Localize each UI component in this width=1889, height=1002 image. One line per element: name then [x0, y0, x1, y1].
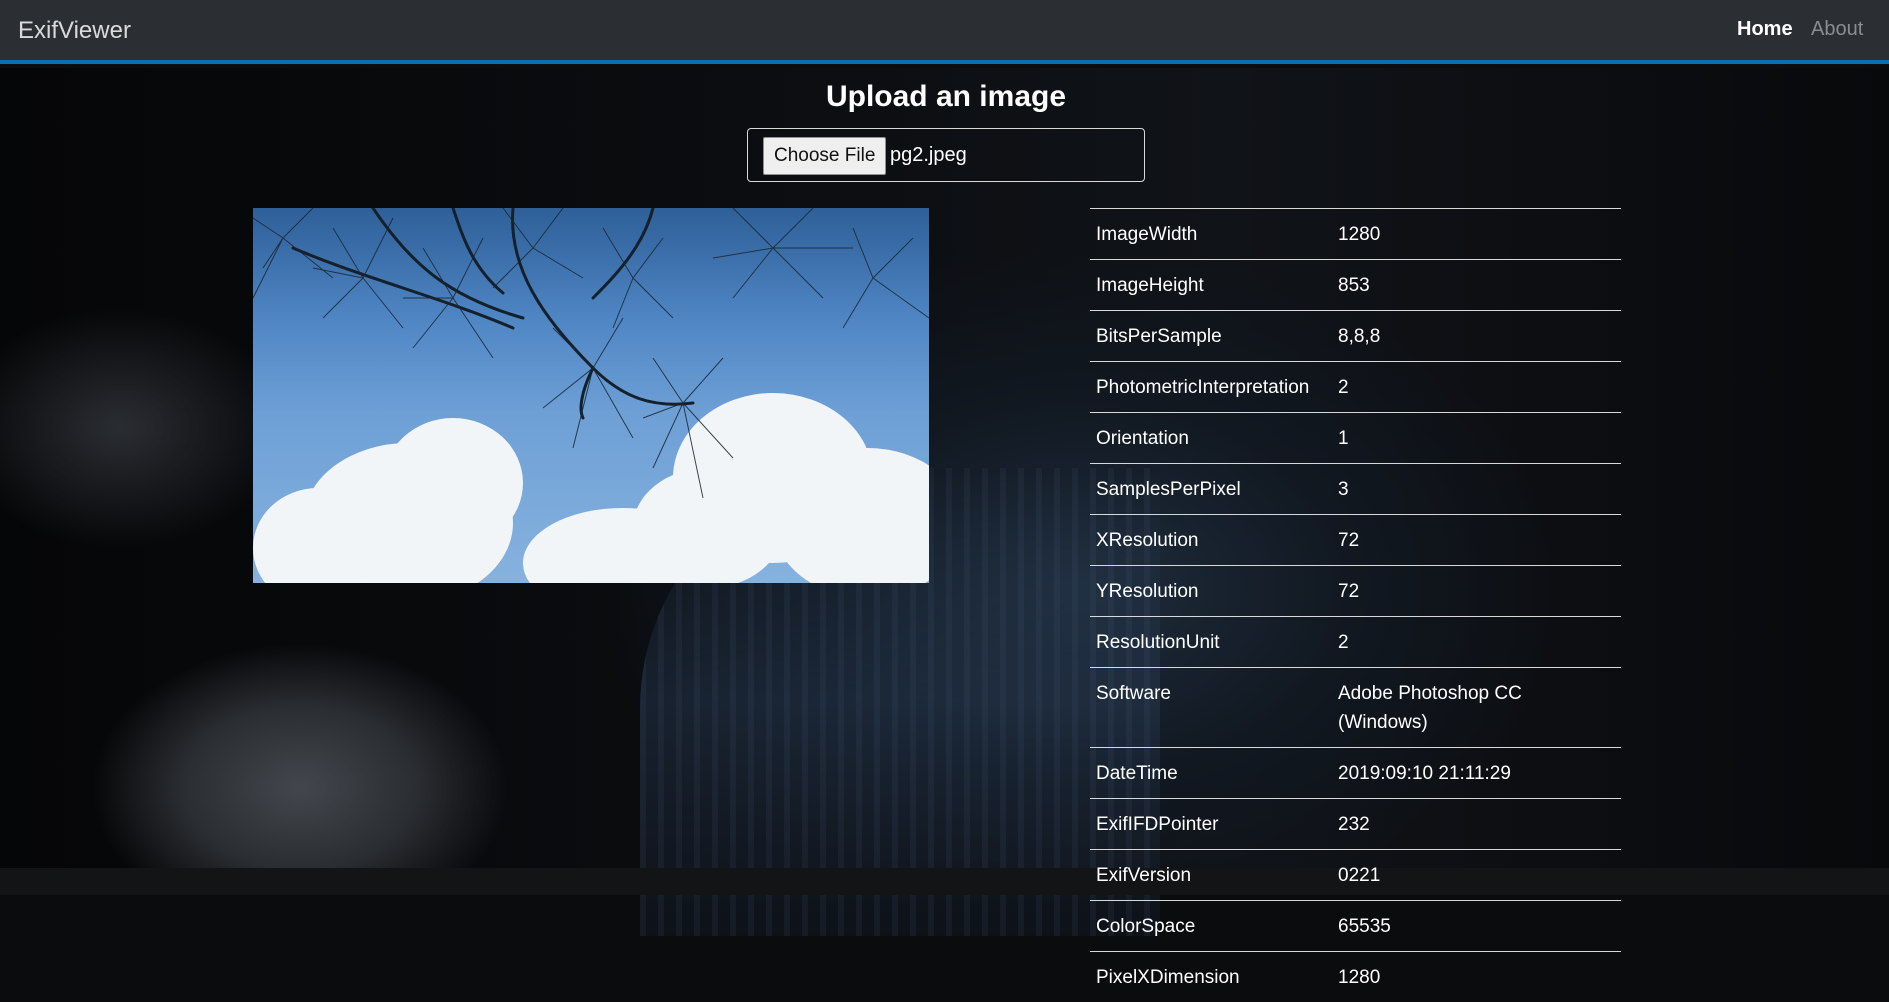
table-row: ImageHeight853 — [1090, 260, 1621, 311]
exif-data-table: ImageWidth1280ImageHeight853BitsPerSampl… — [1090, 208, 1621, 1002]
exif-value: 72 — [1332, 566, 1621, 617]
table-row: Orientation1 — [1090, 413, 1621, 464]
table-row: ImageWidth1280 — [1090, 209, 1621, 260]
nav-about-link[interactable]: About — [1811, 18, 1863, 41]
uploaded-image-preview — [253, 208, 929, 583]
exif-value: 853 — [1332, 260, 1621, 311]
exif-value: 2019:09:10 21:11:29 — [1332, 748, 1621, 799]
exif-key: ColorSpace — [1090, 901, 1332, 952]
table-row: DateTime2019:09:10 21:11:29 — [1090, 748, 1621, 799]
exif-value: 1280 — [1332, 952, 1621, 1002]
exif-key: ExifVersion — [1090, 850, 1332, 901]
exif-key: YResolution — [1090, 566, 1332, 617]
table-row: SamplesPerPixel3 — [1090, 464, 1621, 515]
nav-home-link[interactable]: Home — [1737, 18, 1793, 41]
exif-key: ImageHeight — [1090, 260, 1332, 311]
file-upload-box: Choose File pg2.jpeg — [747, 128, 1145, 182]
exif-value: 2 — [1332, 362, 1621, 413]
exif-value: 1 — [1332, 413, 1621, 464]
exif-key: ImageWidth — [1090, 209, 1332, 260]
exif-value: 8,8,8 — [1332, 311, 1621, 362]
table-row: YResolution72 — [1090, 566, 1621, 617]
table-row: XResolution72 — [1090, 515, 1621, 566]
exif-key: PixelXDimension — [1090, 952, 1332, 1002]
exif-value: 0221 — [1332, 850, 1621, 901]
table-row: ExifIFDPointer232 — [1090, 799, 1621, 850]
page-title: Upload an image — [0, 80, 1889, 114]
exif-value: 2 — [1332, 617, 1621, 668]
table-row: ExifVersion0221 — [1090, 850, 1621, 901]
exif-key: ResolutionUnit — [1090, 617, 1332, 668]
table-row: ResolutionUnit2 — [1090, 617, 1621, 668]
table-row: PhotometricInterpretation2 — [1090, 362, 1621, 413]
exif-key: Software — [1090, 668, 1332, 748]
table-row: ColorSpace65535 — [1090, 901, 1621, 952]
exif-value: 1280 — [1332, 209, 1621, 260]
pine-branches — [253, 208, 929, 583]
exif-key: XResolution — [1090, 515, 1332, 566]
selected-file-name: pg2.jpeg — [890, 144, 967, 167]
choose-file-button[interactable]: Choose File — [763, 137, 886, 175]
exif-value: 232 — [1332, 799, 1621, 850]
exif-value: Adobe Photoshop CC (Windows) — [1332, 668, 1621, 748]
table-row: PixelXDimension1280 — [1090, 952, 1621, 1002]
table-row: SoftwareAdobe Photoshop CC (Windows) — [1090, 668, 1621, 748]
exif-value: 65535 — [1332, 901, 1621, 952]
table-row: BitsPerSample8,8,8 — [1090, 311, 1621, 362]
exif-value: 3 — [1332, 464, 1621, 515]
exif-key: ExifIFDPointer — [1090, 799, 1332, 850]
exif-key: PhotometricInterpretation — [1090, 362, 1332, 413]
exif-key: SamplesPerPixel — [1090, 464, 1332, 515]
exif-value: 72 — [1332, 515, 1621, 566]
exif-key: Orientation — [1090, 413, 1332, 464]
exif-key: BitsPerSample — [1090, 311, 1332, 362]
navbar: ExifViewer Home About — [0, 0, 1889, 64]
brand-logo[interactable]: ExifViewer — [18, 17, 131, 45]
exif-key: DateTime — [1090, 748, 1332, 799]
